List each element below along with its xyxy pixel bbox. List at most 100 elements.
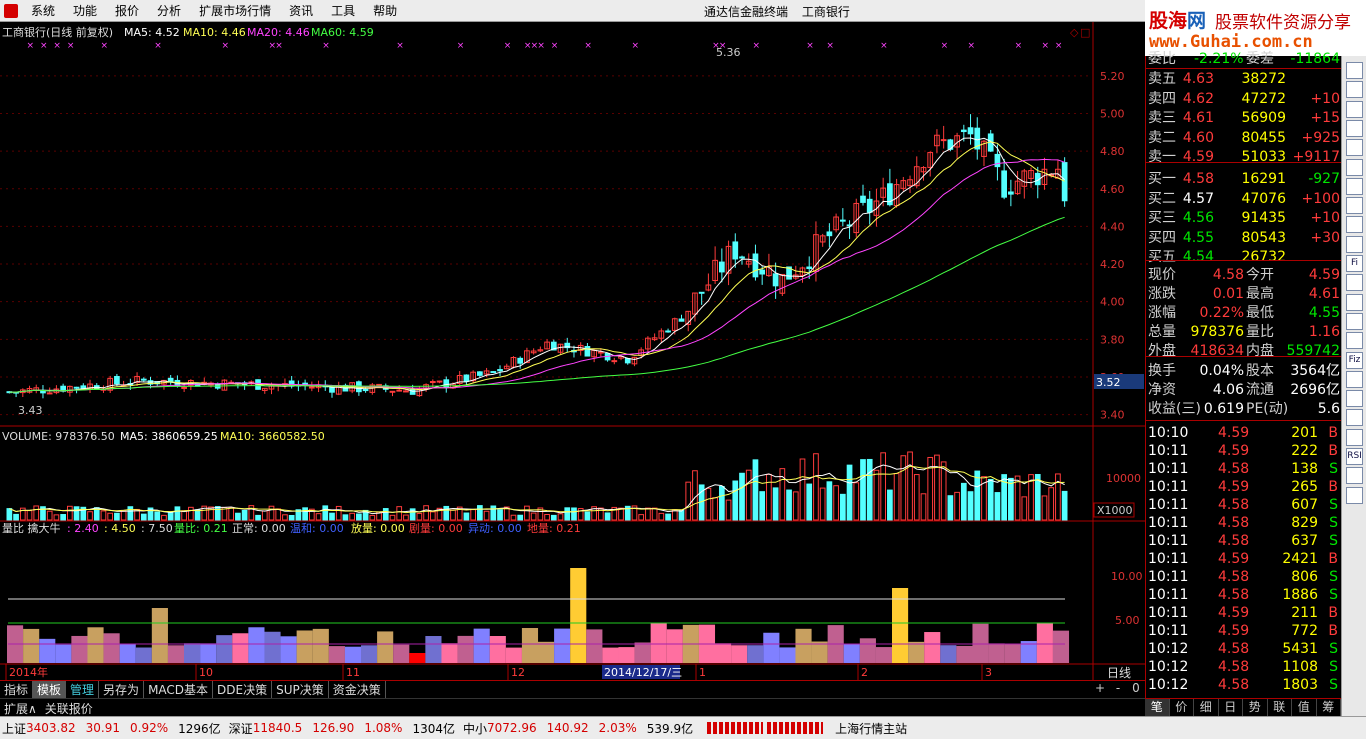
candle-body[interactable] xyxy=(362,388,369,392)
indicator-bar[interactable] xyxy=(570,568,587,663)
candle-body[interactable] xyxy=(839,219,846,222)
volume-bar[interactable] xyxy=(342,514,349,521)
indicator-bar[interactable] xyxy=(747,645,764,663)
candle-body[interactable] xyxy=(860,195,866,203)
volume-bar[interactable] xyxy=(194,509,201,521)
candle-body[interactable] xyxy=(436,380,443,383)
tick-row[interactable]: 10:11 4.59 222 B xyxy=(1146,442,1342,460)
volume-bar[interactable] xyxy=(154,511,161,521)
candle-body[interactable] xyxy=(718,261,725,273)
tick-row[interactable]: 10:11 4.59 2421 B xyxy=(1146,550,1342,568)
indicator-bar[interactable] xyxy=(312,628,329,663)
volume-bar[interactable] xyxy=(322,505,329,521)
candle-body[interactable] xyxy=(759,269,766,275)
bid-row[interactable]: 买四 4.55 80543 +30 xyxy=(1146,229,1342,247)
tool-strip-icon[interactable] xyxy=(1346,390,1363,408)
volume-bar[interactable] xyxy=(550,514,557,521)
volume-bar[interactable] xyxy=(127,506,134,521)
indicator-bar[interactable] xyxy=(586,629,603,663)
tab-save-as[interactable]: 另存为 xyxy=(99,681,145,699)
tick-row[interactable]: 10:11 4.59 211 B xyxy=(1146,604,1342,622)
candle-body[interactable] xyxy=(517,357,524,364)
candle-body[interactable] xyxy=(866,198,873,213)
indicator-bar[interactable] xyxy=(361,645,378,663)
candle-body[interactable] xyxy=(678,318,685,322)
menu-item-function[interactable]: 功能 xyxy=(64,2,106,19)
volume-bar[interactable] xyxy=(947,495,954,521)
indicator-bar[interactable] xyxy=(538,641,555,663)
volume-bar[interactable] xyxy=(571,507,577,521)
indicator-bar[interactable] xyxy=(875,647,893,663)
volume-bar[interactable] xyxy=(497,509,503,521)
stat-row[interactable]: 现价 4.58 今开 4.59 xyxy=(1146,266,1342,284)
indicator-bar[interactable] xyxy=(602,647,619,663)
volume-bar[interactable] xyxy=(967,491,974,521)
indicator-bar[interactable] xyxy=(924,632,941,663)
tick-row[interactable]: 10:11 4.58 829 S xyxy=(1146,514,1342,532)
volume-bar[interactable] xyxy=(987,478,994,521)
sz-index-value[interactable]: 11840.5 xyxy=(253,721,303,735)
indicator-bar[interactable] xyxy=(1004,644,1021,663)
side-tab-trades[interactable]: 笔 xyxy=(1145,699,1170,716)
candle-body[interactable] xyxy=(772,273,779,287)
indicator-bar[interactable] xyxy=(1036,623,1053,663)
candle-body[interactable] xyxy=(960,129,967,133)
indicator-bar[interactable] xyxy=(811,641,828,663)
side-tab-price[interactable]: 价 xyxy=(1170,699,1194,716)
indicator-bar[interactable] xyxy=(23,628,40,663)
tick-row[interactable]: 10:12 4.58 1108 S xyxy=(1146,658,1342,676)
tab-macd[interactable]: MACD基本 xyxy=(144,681,214,699)
indicator-bar[interactable] xyxy=(441,643,458,663)
volume-bar[interactable] xyxy=(866,458,873,521)
window-restore-icon[interactable]: □ xyxy=(1080,26,1090,39)
side-tab-detail[interactable]: 细 xyxy=(1194,699,1219,716)
indicator-bar[interactable] xyxy=(779,647,796,663)
indicator-bar[interactable] xyxy=(264,631,281,663)
candle-body[interactable] xyxy=(967,127,974,135)
indicator-bar[interactable] xyxy=(280,636,297,663)
stat-row[interactable]: 外盘 418634 内盘 559742 xyxy=(1146,342,1342,360)
volume-bar[interactable] xyxy=(839,493,846,521)
volume-bar[interactable] xyxy=(517,514,524,521)
indicator-bar[interactable] xyxy=(763,632,780,663)
stat2-row[interactable]: 收益(三) 0.619 PE(动) 5.6 xyxy=(1146,400,1342,418)
tool-strip-icon[interactable] xyxy=(1346,293,1363,311)
volume-bar[interactable] xyxy=(13,513,19,521)
volume-bar[interactable] xyxy=(974,470,981,521)
volume-bar[interactable] xyxy=(214,506,221,521)
tick-row[interactable]: 10:11 4.58 1886 S xyxy=(1146,586,1342,604)
tab-dde[interactable]: DDE决策 xyxy=(213,681,273,699)
chart-svg[interactable]: 5.205.004.804.604.404.204.003.803.603.40… xyxy=(0,22,1145,680)
bid-row[interactable]: 买三 4.56 91435 +10 xyxy=(1146,209,1342,227)
ask-row[interactable]: 卖五 4.63 38272 xyxy=(1146,70,1342,88)
side-tab-value[interactable]: 值 xyxy=(1292,699,1317,716)
tick-row[interactable]: 10:12 4.58 5431 S xyxy=(1146,640,1342,658)
menu-item-analysis[interactable]: 分析 xyxy=(148,2,190,19)
indicator-bar[interactable] xyxy=(87,627,104,663)
volume-bar[interactable] xyxy=(174,506,181,521)
indicator-bar[interactable] xyxy=(650,623,667,663)
volume-bar[interactable] xyxy=(732,480,739,521)
volume-bar[interactable] xyxy=(665,513,671,521)
volume-bar[interactable] xyxy=(140,513,147,521)
candle-body[interactable] xyxy=(490,371,497,374)
sme-index-value[interactable]: 7072.96 xyxy=(487,721,537,735)
volume-bar[interactable] xyxy=(1008,477,1014,521)
candle-body[interactable] xyxy=(1008,191,1014,195)
extension-toggle[interactable]: 扩展∧ xyxy=(0,699,41,716)
side-tab-chips[interactable]: 筹 xyxy=(1317,699,1341,716)
volume-bar[interactable] xyxy=(463,512,470,521)
candle-body[interactable] xyxy=(698,291,705,294)
volume-bar[interactable] xyxy=(60,514,66,521)
side-tab-day[interactable]: 日 xyxy=(1219,699,1243,716)
indicator-bar[interactable] xyxy=(200,643,217,663)
candle-body[interactable] xyxy=(181,386,187,389)
candle-body[interactable] xyxy=(584,345,591,357)
indicator-bar[interactable] xyxy=(795,628,812,663)
volume-bar[interactable] xyxy=(241,509,248,521)
candle-body[interactable] xyxy=(806,266,813,270)
indicator-bar[interactable] xyxy=(956,645,973,663)
zoom-out-button[interactable]: - xyxy=(1109,681,1127,695)
indicator-bar[interactable] xyxy=(103,633,120,663)
menu-item-quote[interactable]: 报价 xyxy=(106,2,148,19)
